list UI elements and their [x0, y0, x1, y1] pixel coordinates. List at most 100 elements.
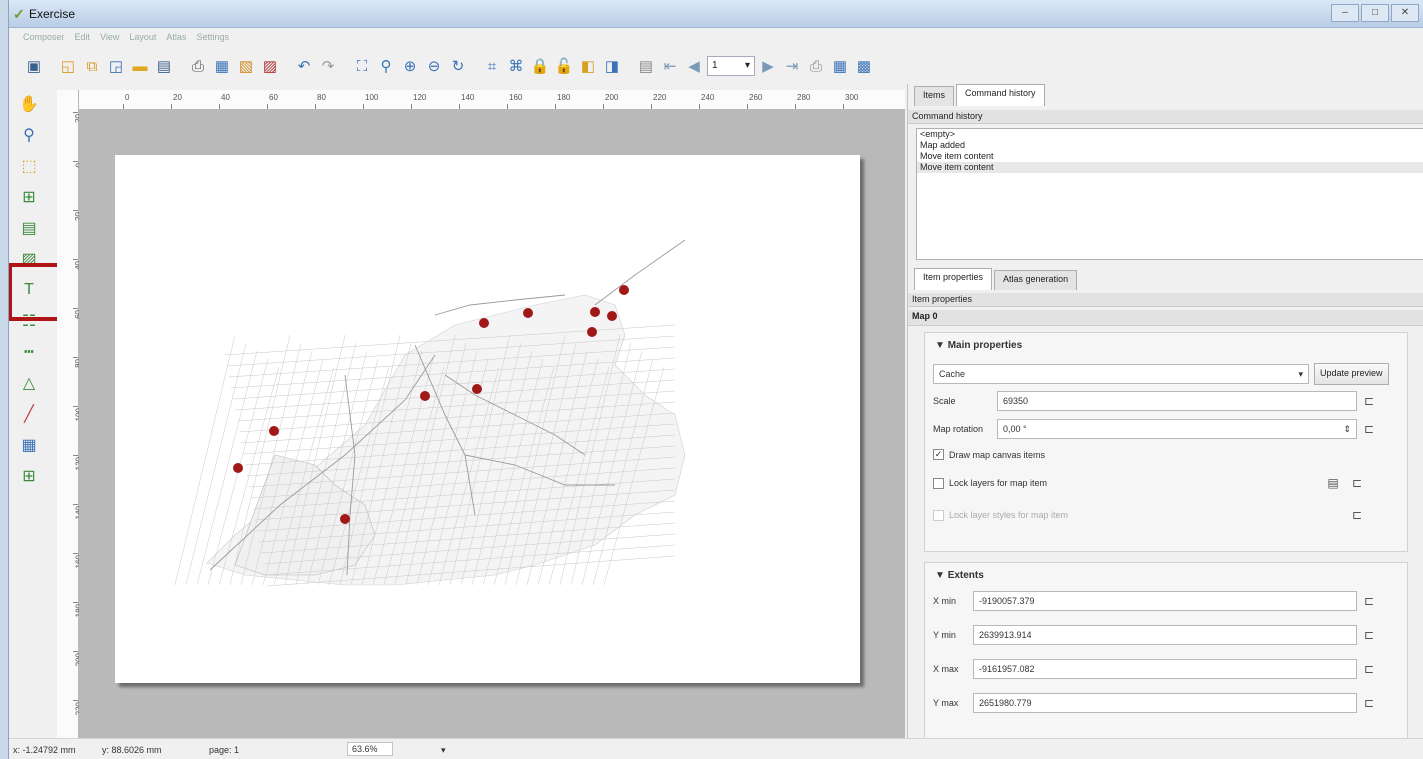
preview-mode-select[interactable]: Cache ▾	[933, 364, 1309, 384]
map-item[interactable]	[115, 155, 860, 683]
composer-canvas[interactable]	[79, 110, 905, 738]
draw-canvas-items-checkbox[interactable]: ✓	[933, 449, 944, 460]
ruler-tick	[73, 504, 78, 505]
last-feature-icon[interactable]: ⇥	[781, 55, 803, 77]
page-indicator: page: 1	[209, 745, 240, 755]
scale-input[interactable]: 69350	[997, 391, 1357, 411]
move-item-content-icon[interactable]: ⊞	[15, 183, 43, 211]
data-defined-icon[interactable]: ⊏	[1345, 505, 1369, 525]
export-atlas-icon[interactable]: ▦	[829, 55, 851, 77]
save-icon[interactable]: ▣	[23, 55, 45, 77]
list-item[interactable]: Map added	[917, 140, 1423, 151]
layer-preset-icon[interactable]: ▤	[1321, 473, 1345, 493]
list-item[interactable]: Move item content	[917, 162, 1423, 173]
data-defined-icon[interactable]: ⊏	[1357, 625, 1381, 645]
atlas-page-spinbox[interactable]: 1 ▾	[707, 56, 755, 76]
refresh-icon[interactable]: ↻	[447, 55, 469, 77]
menu-atlas[interactable]: Atlas	[166, 32, 186, 42]
save-template-icon[interactable]: ▤	[153, 55, 175, 77]
ruler-tick	[73, 161, 78, 162]
zoom-out-icon[interactable]: ⊖	[423, 55, 445, 77]
undo-icon[interactable]: ↶	[293, 55, 315, 77]
collapse-arrow-icon: ▼	[935, 340, 948, 351]
unlock-icon[interactable]: 🔓	[553, 55, 575, 77]
ruler-tick	[699, 104, 700, 109]
data-defined-icon[interactable]: ⊏	[1357, 391, 1381, 411]
export-svg-icon[interactable]: ▧	[235, 55, 257, 77]
zoom-full-icon[interactable]: ⛶	[351, 55, 373, 77]
group-icon[interactable]: ⌗	[481, 55, 503, 77]
bottom-tabs: Item properties Atlas generation	[914, 268, 1078, 290]
tab-items[interactable]: Items	[914, 86, 955, 106]
ymax-input[interactable]: 2651980.779	[973, 693, 1357, 713]
xmax-input[interactable]: -9161957.082	[973, 659, 1357, 679]
data-defined-icon[interactable]: ⊏	[1357, 419, 1381, 439]
lock-icon[interactable]: 🔒	[529, 55, 551, 77]
pan-icon[interactable]: ✋	[15, 90, 43, 118]
list-item[interactable]: Move item content	[917, 151, 1423, 162]
menu-edit[interactable]: Edit	[75, 32, 91, 42]
lock-styles-checkbox[interactable]	[933, 509, 944, 521]
redo-icon[interactable]: ↷	[317, 55, 339, 77]
extents-title[interactable]: ▼ Extents	[935, 570, 984, 581]
atlas-settings-icon[interactable]: ▩	[853, 55, 875, 77]
main-properties-title[interactable]: ▼ Main properties	[935, 340, 1022, 351]
add-shape-icon[interactable]: △	[15, 369, 43, 397]
tab-atlas-generation[interactable]: Atlas generation	[994, 270, 1078, 290]
zoom-combobox[interactable]: 63.6%	[347, 742, 393, 756]
new-composer-icon[interactable]: ◱	[57, 55, 79, 77]
print-icon[interactable]: ⎙	[187, 55, 209, 77]
lock-layers-checkbox[interactable]	[933, 477, 944, 489]
open-template-icon[interactable]: ▬	[129, 55, 151, 77]
duplicate-composer-icon[interactable]: ⧉	[81, 55, 103, 77]
data-defined-icon[interactable]: ⊏	[1357, 591, 1381, 611]
chevron-down-icon[interactable]: ▾	[441, 745, 446, 756]
add-scalebar-icon[interactable]: ┅	[15, 338, 43, 366]
previous-feature-icon[interactable]: ◀	[683, 55, 705, 77]
zoom-in-icon[interactable]: ⊕	[399, 55, 421, 77]
item-name: Map 0	[908, 310, 1423, 326]
export-image-icon[interactable]: ▦	[211, 55, 233, 77]
ungroup-icon[interactable]: ⌘	[505, 55, 527, 77]
add-table-icon[interactable]: ▦	[15, 431, 43, 459]
tab-item-properties[interactable]: Item properties	[914, 268, 993, 290]
spinbox-arrows-icon: ▾	[744, 60, 750, 71]
data-defined-icon[interactable]: ⊏	[1345, 473, 1369, 493]
align-icon[interactable]: ◨	[601, 55, 623, 77]
menu-composer[interactable]: Composer	[23, 32, 65, 42]
menu-bar: Composer Edit View Layout Atlas Settings	[9, 29, 1423, 45]
add-map-icon[interactable]: ▤	[15, 214, 43, 242]
zoom-100-icon[interactable]: ⚲	[375, 55, 397, 77]
rotation-spinbox[interactable]: 0,00 ° ⇕	[997, 419, 1357, 439]
menu-layout[interactable]: Layout	[129, 32, 156, 42]
export-pdf-icon[interactable]: ▨	[259, 55, 281, 77]
ruler-tick	[507, 104, 508, 109]
xmin-input[interactable]: -9190057.379	[973, 591, 1357, 611]
menu-settings[interactable]: Settings	[196, 32, 229, 42]
list-item[interactable]: <empty>	[917, 129, 1423, 140]
ymin-input[interactable]: 2639913.914	[973, 625, 1357, 645]
menu-view[interactable]: View	[100, 32, 119, 42]
print-atlas-icon[interactable]: ⎙	[805, 55, 827, 77]
composer-page[interactable]	[115, 155, 860, 683]
next-feature-icon[interactable]: ▶	[757, 55, 779, 77]
maximize-button[interactable]: □	[1361, 4, 1389, 22]
draw-canvas-items-label: Draw map canvas items	[949, 449, 1046, 460]
data-defined-icon[interactable]: ⊏	[1357, 659, 1381, 679]
atlas-preview-icon[interactable]: ▤	[635, 55, 657, 77]
add-html-icon[interactable]: ⊞	[15, 462, 43, 490]
map-point-marker	[523, 308, 533, 318]
raise-icon[interactable]: ◧	[577, 55, 599, 77]
lock-layers-label: Lock layers for map item	[949, 478, 1048, 488]
close-button[interactable]: ✕	[1391, 4, 1419, 22]
minimize-button[interactable]: –	[1331, 4, 1359, 22]
first-feature-icon[interactable]: ⇤	[659, 55, 681, 77]
data-defined-icon[interactable]: ⊏	[1357, 693, 1381, 713]
update-preview-button[interactable]: Update preview	[1314, 363, 1389, 385]
composer-manager-icon[interactable]: ◲	[105, 55, 127, 77]
select-move-icon[interactable]: ⬚	[15, 152, 43, 180]
add-arrow-icon[interactable]: ╱	[15, 400, 43, 428]
properties-scroll-area[interactable]: ▼ Main properties Cache ▾ Update preview …	[916, 326, 1416, 738]
zoom-tool-icon[interactable]: ⚲	[15, 121, 43, 149]
tab-command-history[interactable]: Command history	[956, 84, 1045, 106]
